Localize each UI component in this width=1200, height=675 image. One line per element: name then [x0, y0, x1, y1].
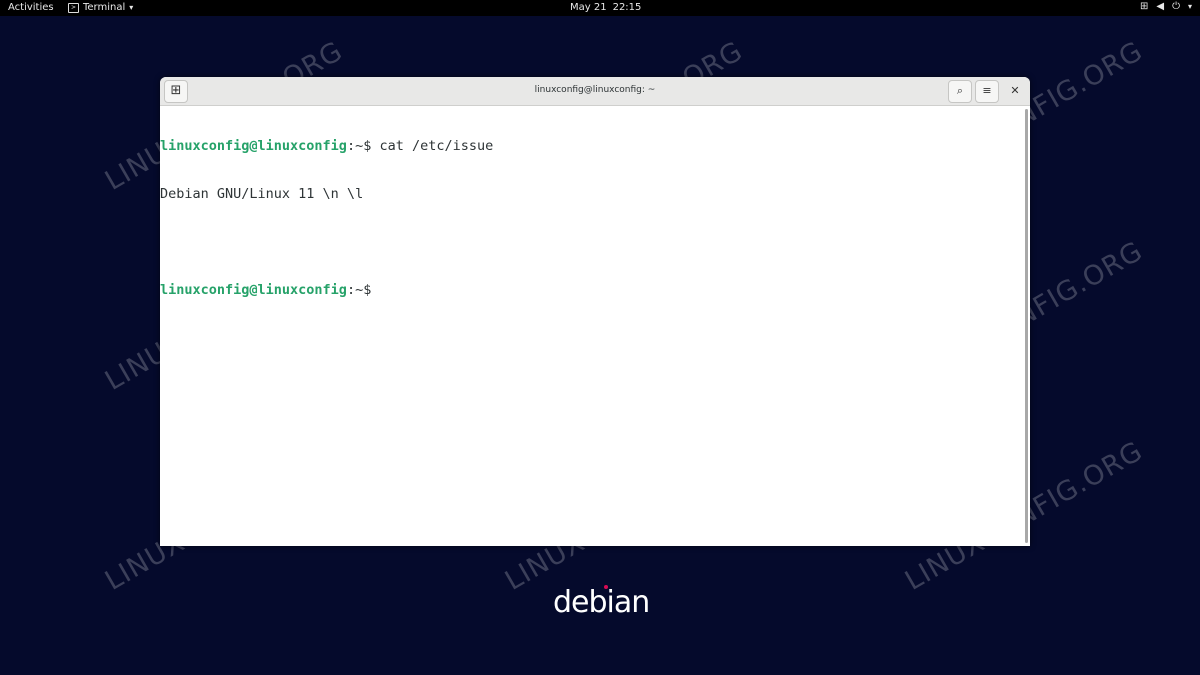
terminal-content[interactable]: linuxconfig@linuxconfig:~$ cat /etc/issu… — [160, 106, 1024, 546]
power-icon: ⏻ — [1172, 1, 1180, 12]
debian-logo-dot — [604, 585, 608, 589]
terminal-line: linuxconfig@linuxconfig:~$ — [160, 282, 1024, 298]
prompt-user: linuxconfig@linuxconfig — [160, 282, 347, 298]
clock-date: May 21 — [570, 2, 607, 13]
prompt-path: :~ — [346, 282, 364, 298]
terminal-icon: > — [68, 2, 79, 13]
volume-icon: ◀ — [1156, 1, 1165, 12]
scrollbar[interactable] — [1025, 109, 1028, 543]
activities-button[interactable]: Activities — [8, 2, 54, 13]
top-bar: Activities > Terminal ▾ May 21 22:15 ⊞ ◀ … — [0, 0, 1200, 16]
search-button[interactable]: ⌕ — [948, 80, 972, 103]
debian-logo: debian — [553, 585, 650, 620]
search-icon: ⌕ — [956, 84, 964, 97]
debian-logo-text: debian — [553, 585, 650, 620]
hamburger-menu-icon: ≡ — [982, 84, 992, 97]
clock-time: 22:15 — [612, 2, 642, 13]
app-menu-label: Terminal — [83, 2, 126, 13]
app-menu-button[interactable]: > Terminal ▾ — [68, 2, 133, 13]
system-tray[interactable]: ⊞ ◀ ⏻ ▾ — [1140, 1, 1192, 12]
window-titlebar[interactable]: ⊞ linuxconfig@linuxconfig: ~ ⌕ ≡ ✕ — [160, 77, 1030, 106]
terminal-line: Debian GNU/Linux 11 \n \l — [160, 186, 1024, 202]
command-text: $ — [363, 282, 372, 298]
chevron-down-icon: ▾ — [129, 3, 134, 12]
prompt-path: :~ — [346, 138, 364, 154]
window-title: linuxconfig@linuxconfig: ~ — [534, 85, 656, 95]
close-icon: ✕ — [1010, 84, 1020, 97]
terminal-window[interactable]: ⊞ linuxconfig@linuxconfig: ~ ⌕ ≡ ✕ linux… — [160, 77, 1030, 546]
command-text: $ cat /etc/issue — [363, 138, 494, 154]
terminal-line: linuxconfig@linuxconfig:~$ cat /etc/issu… — [160, 138, 1024, 154]
network-icon: ⊞ — [1139, 1, 1149, 12]
prompt-user: linuxconfig@linuxconfig — [160, 138, 347, 154]
close-button[interactable]: ✕ — [1007, 83, 1023, 99]
clock-button[interactable]: May 21 22:15 — [570, 2, 641, 13]
chevron-down-icon: ▾ — [1187, 2, 1192, 11]
menu-button[interactable]: ≡ — [975, 80, 999, 103]
output-text: Debian GNU/Linux 11 \n \l — [160, 186, 364, 202]
